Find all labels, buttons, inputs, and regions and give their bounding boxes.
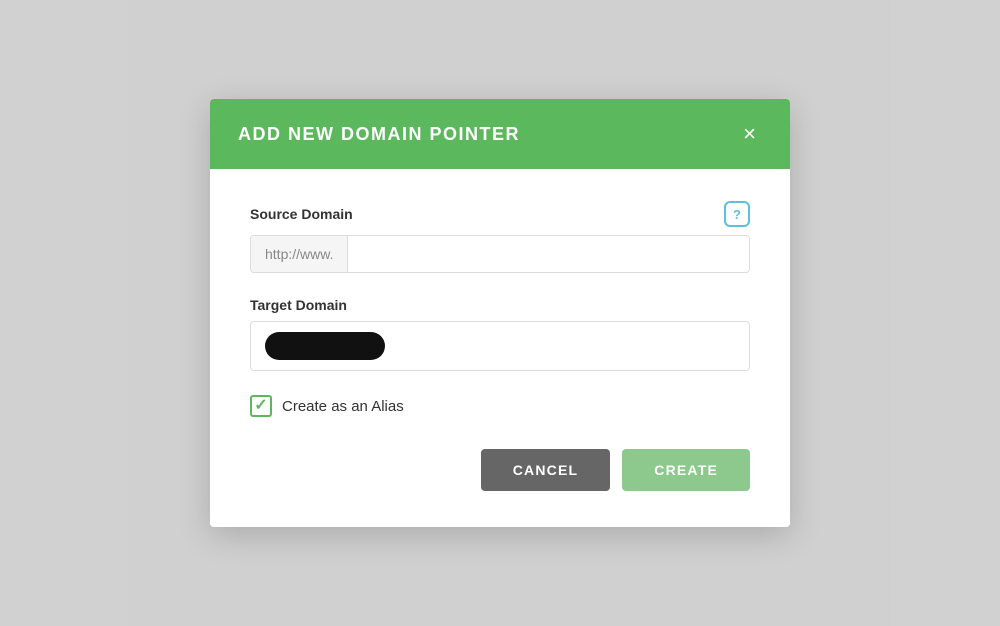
alias-label: Create as an Alias: [282, 398, 404, 415]
source-domain-input-row: http://www.: [250, 235, 750, 273]
target-domain-value: ​: [265, 332, 385, 360]
source-domain-label-row: Source Domain ?: [250, 201, 750, 227]
help-icon[interactable]: ?: [724, 201, 750, 227]
source-domain-input[interactable]: [348, 236, 749, 272]
target-domain-label: Target Domain: [250, 297, 347, 313]
checkmark-icon: ✓: [254, 398, 267, 414]
dialog: ADD NEW DOMAIN POINTER × Source Domain ?…: [210, 99, 790, 527]
dialog-body: Source Domain ? http://www. Target Domai…: [210, 169, 790, 527]
target-domain-group: Target Domain ​: [250, 297, 750, 371]
modal-overlay: ADD NEW DOMAIN POINTER × Source Domain ?…: [0, 0, 1000, 626]
source-domain-group: Source Domain ? http://www.: [250, 201, 750, 273]
source-domain-prefix: http://www.: [251, 236, 348, 272]
target-domain-field-wrap[interactable]: ​: [250, 321, 750, 371]
source-domain-label: Source Domain: [250, 206, 353, 222]
dialog-title: ADD NEW DOMAIN POINTER: [238, 124, 520, 145]
create-button[interactable]: CREATE: [622, 449, 750, 491]
close-button[interactable]: ×: [737, 121, 762, 147]
dialog-footer: CANCEL CREATE: [250, 449, 750, 499]
dialog-header: ADD NEW DOMAIN POINTER ×: [210, 99, 790, 169]
cancel-button[interactable]: CANCEL: [481, 449, 611, 491]
target-domain-label-row: Target Domain: [250, 297, 750, 313]
alias-checkbox[interactable]: ✓: [250, 395, 272, 417]
alias-checkbox-row[interactable]: ✓ Create as an Alias: [250, 395, 750, 417]
